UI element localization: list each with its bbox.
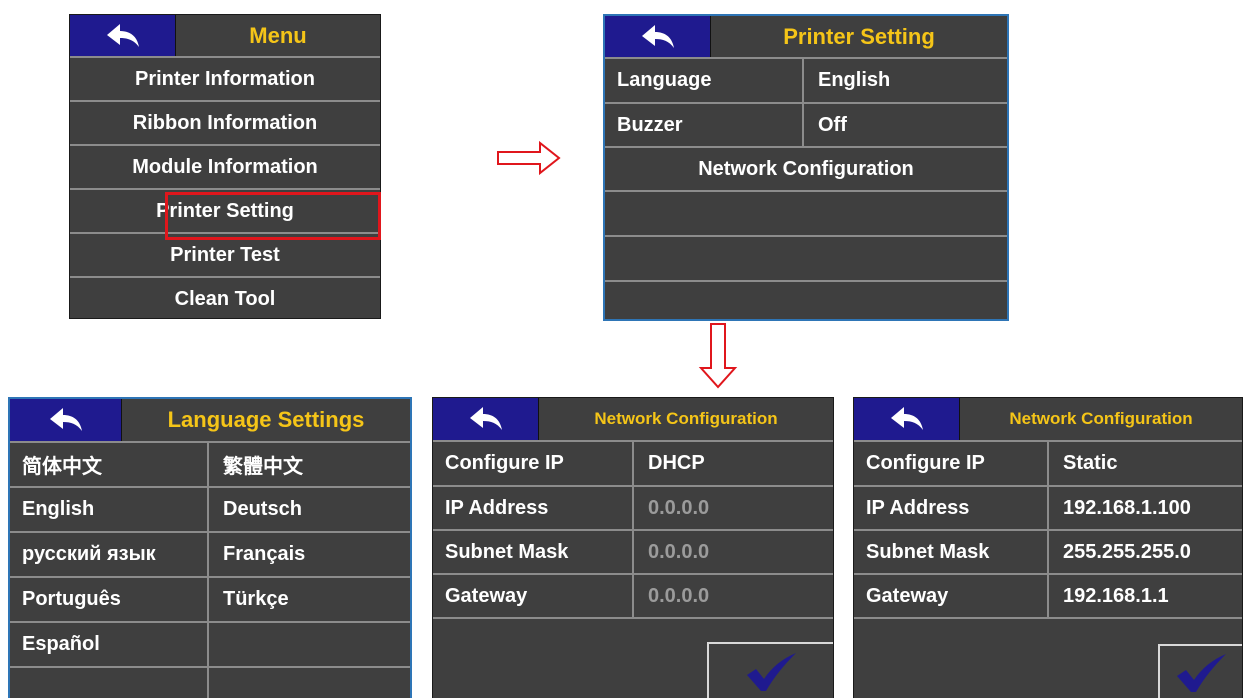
network-label: Gateway <box>866 584 949 607</box>
menu-item-label: Printer Information <box>134 67 315 90</box>
menu-item-label: Ribbon Information <box>132 111 318 134</box>
back-button[interactable] <box>433 398 539 440</box>
network-value: Static <box>1047 442 1242 485</box>
network-label: Configure IP <box>445 452 564 474</box>
setting-row-buzzer[interactable]: Buzzer Off <box>605 102 1007 146</box>
back-button[interactable] <box>10 399 122 441</box>
setting-label: Network Configuration <box>698 157 914 180</box>
menu-header: Menu <box>70 15 380 56</box>
network-row-gateway[interactable]: Gateway 192.168.1.1 <box>854 573 1242 617</box>
network-value: DHCP <box>632 442 833 485</box>
back-arrow-icon <box>641 24 674 48</box>
menu-item-label: Printer Test <box>170 243 280 266</box>
network-label: IP Address <box>866 496 970 519</box>
setting-row-language[interactable]: Language English <box>605 57 1007 102</box>
printer-setting-screen: Printer Setting Language English Buzzer … <box>603 14 1009 321</box>
network-row-ip-address: IP Address 0.0.0.0 <box>433 485 833 529</box>
back-arrow-icon <box>106 23 139 47</box>
language-option[interactable]: 简体中文 <box>10 443 207 486</box>
network-dhcp-header: Network Configuration <box>433 398 833 440</box>
network-value: 255.255.255.0 <box>1047 531 1242 573</box>
network-label: Gateway <box>445 584 528 607</box>
network-value: 192.168.1.100 <box>1047 487 1242 529</box>
language-settings-screen: Language Settings 简体中文 繁體中文 English Deut… <box>8 397 412 698</box>
language-option[interactable]: Türkçe <box>207 578 410 621</box>
language-option[interactable]: Español <box>10 623 207 666</box>
back-button[interactable] <box>70 15 176 56</box>
setting-label: Buzzer <box>617 113 683 136</box>
network-value: 0.0.0.0 <box>632 575 833 617</box>
language-option[interactable]: English <box>10 488 207 531</box>
network-row-configure-ip[interactable]: Configure IP DHCP <box>433 440 833 485</box>
network-row-gateway: Gateway 0.0.0.0 <box>433 573 833 617</box>
language-option[interactable]: 繁體中文 <box>207 443 410 486</box>
setting-value: English <box>802 59 1007 102</box>
menu-item-module-information[interactable]: Module Information <box>70 144 380 188</box>
language-option[interactable]: Português <box>10 578 207 621</box>
network-value: 0.0.0.0 <box>632 487 833 529</box>
hollow-arrow-icon <box>698 323 738 389</box>
back-button[interactable] <box>854 398 960 440</box>
menu-screen: Menu Printer Information Ribbon Informat… <box>69 14 381 319</box>
network-value: 192.168.1.1 <box>1047 575 1242 617</box>
back-arrow-icon <box>469 407 502 430</box>
language-option[interactable]: русский язык <box>10 533 207 576</box>
menu-title: Menu <box>249 22 307 48</box>
back-arrow-icon <box>890 407 923 430</box>
language-option[interactable]: Deutsch <box>207 488 410 531</box>
language-row <box>10 666 410 698</box>
confirm-button[interactable] <box>1158 644 1242 698</box>
network-dhcp-title: Network Configuration <box>594 409 778 428</box>
setting-value: Off <box>802 104 1007 146</box>
network-row-ip-address[interactable]: IP Address 192.168.1.100 <box>854 485 1242 529</box>
network-label: Subnet Mask <box>866 540 990 563</box>
menu-item-printer-information[interactable]: Printer Information <box>70 56 380 100</box>
network-value: 0.0.0.0 <box>632 531 833 573</box>
printer-setting-header: Printer Setting <box>605 16 1007 57</box>
printer-setting-title: Printer Setting <box>783 23 935 49</box>
menu-item-ribbon-information[interactable]: Ribbon Information <box>70 100 380 144</box>
selection-highlight-box <box>165 192 381 240</box>
language-option-empty <box>207 668 410 698</box>
confirm-button[interactable] <box>707 642 833 698</box>
setting-label: Language <box>617 69 712 91</box>
hollow-arrow-icon <box>497 140 561 176</box>
language-option-empty <box>207 623 410 666</box>
language-settings-header: Language Settings <box>10 399 410 441</box>
back-button[interactable] <box>605 16 711 57</box>
empty-row <box>605 190 1007 235</box>
language-row: English Deutsch <box>10 486 410 531</box>
language-settings-title: Language Settings <box>167 407 365 432</box>
language-option[interactable]: Français <box>207 533 410 576</box>
network-static-header: Network Configuration <box>854 398 1242 440</box>
language-row: русский язык Français <box>10 531 410 576</box>
language-row: 简体中文 繁體中文 <box>10 441 410 486</box>
network-static-title: Network Configuration <box>1009 409 1193 428</box>
back-arrow-icon <box>49 408 82 431</box>
network-configuration-static-screen: Network Configuration Configure IP Stati… <box>853 397 1243 698</box>
language-row: Português Türkçe <box>10 576 410 621</box>
setting-row-network-configuration[interactable]: Network Configuration <box>605 146 1007 190</box>
empty-row <box>605 280 1007 319</box>
menu-item-label: Clean Tool <box>174 287 276 310</box>
network-label: Subnet Mask <box>445 540 569 563</box>
network-row-subnet-mask[interactable]: Subnet Mask 255.255.255.0 <box>854 529 1242 573</box>
language-option-empty <box>10 668 207 698</box>
network-configuration-dhcp-screen: Network Configuration Configure IP DHCP … <box>432 397 834 698</box>
empty-row <box>605 235 1007 280</box>
network-label: IP Address <box>445 496 549 519</box>
network-row-configure-ip[interactable]: Configure IP Static <box>854 440 1242 485</box>
network-label: Configure IP <box>866 452 985 474</box>
checkmark-icon <box>747 653 796 691</box>
menu-item-clean-tool[interactable]: Clean Tool <box>70 276 380 318</box>
language-row: Español <box>10 621 410 666</box>
network-row-subnet-mask: Subnet Mask 0.0.0.0 <box>433 529 833 573</box>
checkmark-icon <box>1177 654 1226 692</box>
menu-item-label: Module Information <box>132 155 318 178</box>
